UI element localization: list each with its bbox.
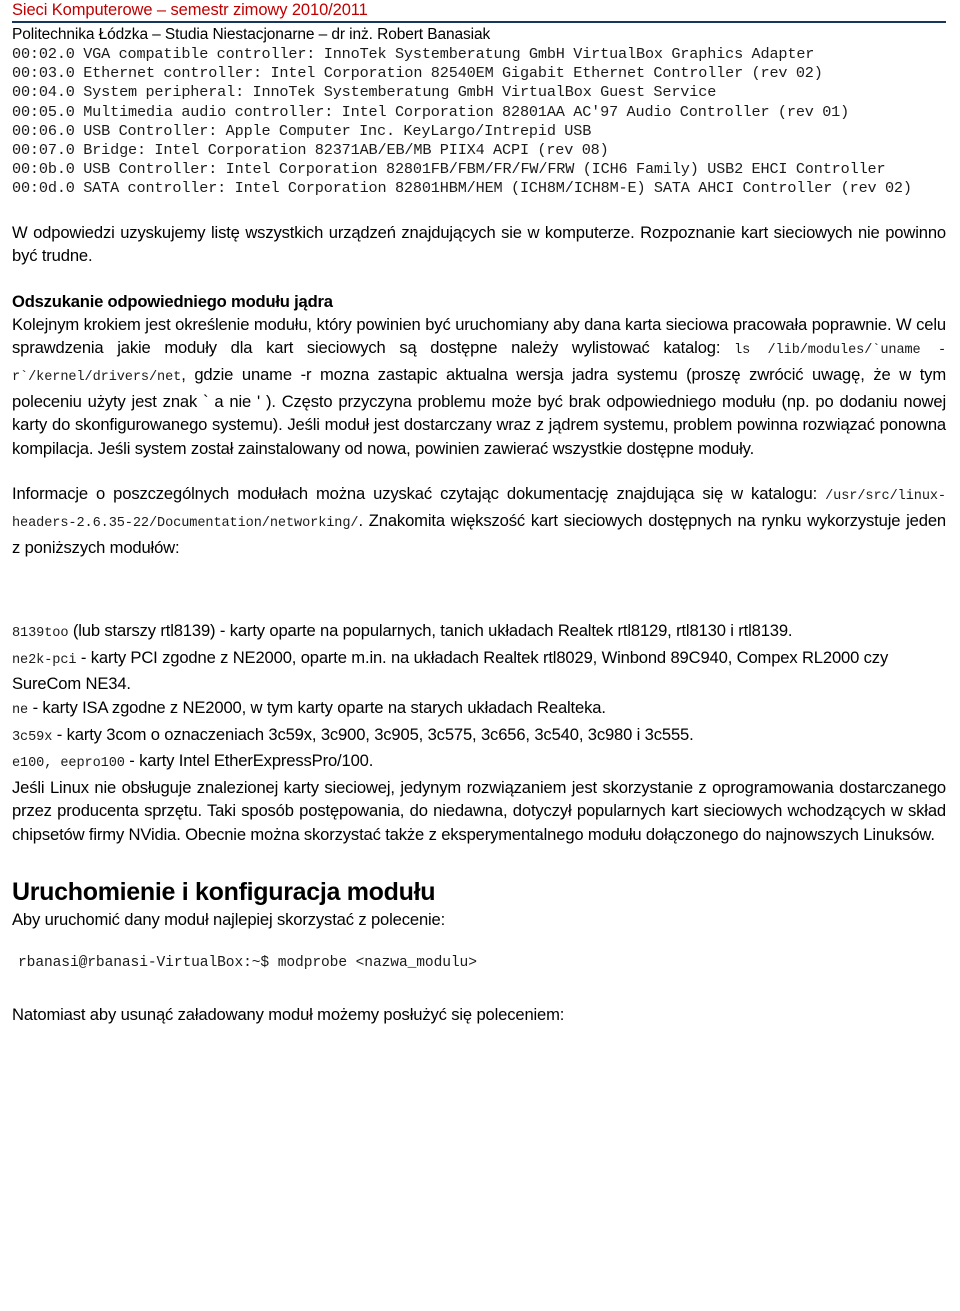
closing-paragraph: Jeśli Linux nie obsługuje znalezionej ka… <box>12 777 946 844</box>
module-description: - karty 3com o oznaczeniach 3c59x, 3c900… <box>52 724 694 744</box>
document-header: Sieci Komputerowe – semestr zimowy 2010/… <box>12 0 946 44</box>
lspci-line: 00:03.0 Ethernet controller: Intel Corpo… <box>12 64 823 83</box>
course-title: Sieci Komputerowe – semestr zimowy 2010/… <box>12 1 368 19</box>
subheading-find-module: Odszukanie odpowiedniego modułu jądra <box>12 291 333 311</box>
trailer-paragraph: Natomiast aby usunąć załadowany moduł mo… <box>12 1005 565 1025</box>
module-paragraph: Kolejnym krokiem jest określenie modułu,… <box>12 313 946 461</box>
lspci-line: 00:04.0 System peripheral: InnoTek Syste… <box>12 83 717 102</box>
module-description: - karty ISA zgodne z NE2000, w tym karty… <box>28 697 606 717</box>
lspci-line: 00:0d.0 SATA controller: Intel Corporati… <box>12 179 912 198</box>
lspci-line: 00:02.0 VGA compatible controller: InnoT… <box>12 45 815 63</box>
lspci-output-block: 00:02.0 VGA compatible controller: InnoT… <box>12 45 946 199</box>
list-item: 3c59x - karty 3com o oznaczeniach 3c59x,… <box>12 723 946 750</box>
list-item: ne - karty ISA zgodne z NE2000, w tym ka… <box>12 696 946 723</box>
lspci-line: 00:06.0 USB Controller: Apple Computer I… <box>12 121 592 140</box>
intro-paragraph: W odpowiedzi uzyskujemy listę wszystkich… <box>12 222 946 266</box>
lspci-line: 00:05.0 Multimedia audio controller: Int… <box>12 102 850 121</box>
lspci-line: 00:07.0 Bridge: Intel Corporation 82371A… <box>12 141 609 160</box>
lspci-line: 00:0b.0 USB Controller: Intel Corporatio… <box>12 160 886 179</box>
list-item: ne2k-pci - karty PCI zgodne z NE2000, op… <box>12 646 946 696</box>
module-name-code: 8139too <box>12 626 69 642</box>
list-item: e100, eepro100 - karty Intel EtherExpres… <box>12 749 946 776</box>
header-rule <box>12 21 946 23</box>
module-description: - karty Intel EtherExpressPro/100. <box>124 751 374 771</box>
document-page: Sieci Komputerowe – semestr zimowy 2010/… <box>0 0 960 1311</box>
documentation-text-1: Informacje o poszczególnych modułach moż… <box>12 484 826 504</box>
section-heading-module-startup: Uruchomienie i konfiguracja modułu <box>12 877 436 906</box>
documentation-paragraph: Informacje o poszczególnych modułach moż… <box>12 482 946 559</box>
list-item: 8139too (lub starszy rtl8139) - karty op… <box>12 619 946 646</box>
module-description: (lub starszy rtl8139) - karty oparte na … <box>68 621 793 641</box>
module-name-code: 3c59x <box>12 729 53 745</box>
module-name-code: ne2k-pci <box>12 652 77 668</box>
section-lead-paragraph: Aby uruchomić dany moduł najlepiej skorz… <box>12 909 446 929</box>
module-name-code: ne <box>12 702 29 718</box>
module-list: 8139too (lub starszy rtl8139) - karty op… <box>12 619 946 776</box>
module-description: - karty PCI zgodne z NE2000, oparte m.in… <box>12 647 889 694</box>
affiliation-line: Politechnika Łódzka – Studia Niestacjona… <box>12 26 491 43</box>
terminal-command-block: rbanasi@rbanasi-VirtualBox:~$ modprobe <… <box>18 955 477 972</box>
module-name-code: e100, eepro100 <box>12 756 125 772</box>
